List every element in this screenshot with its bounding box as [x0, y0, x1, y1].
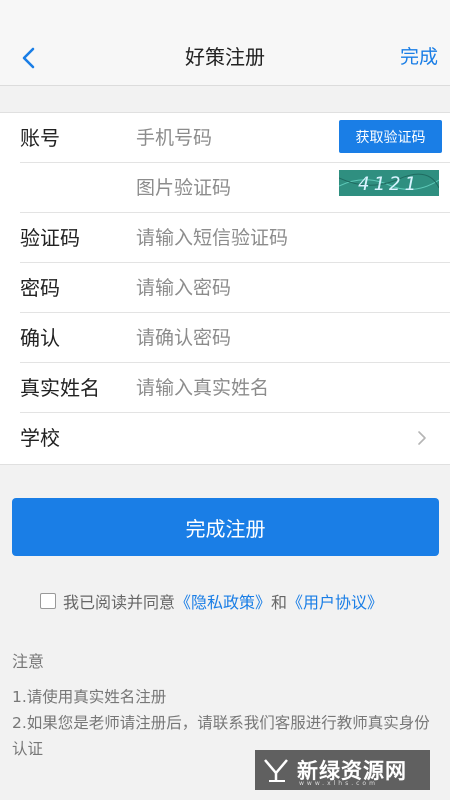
password-input[interactable] — [136, 271, 426, 305]
phone-input[interactable] — [136, 121, 326, 155]
navigation-bar: 好策注册 完成 — [0, 0, 450, 86]
complete-registration-button[interactable]: 完成注册 — [12, 498, 439, 556]
captcha-image[interactable]: 4121 — [339, 170, 439, 196]
chevron-right-icon — [418, 431, 426, 445]
notice-line-1: 1.请使用真实姓名注册 — [12, 688, 167, 706]
privacy-policy-link[interactable]: 《隐私政策》 — [175, 589, 271, 613]
confirm-row: 确认 — [0, 313, 450, 363]
captcha-text: 4121 — [358, 173, 420, 195]
registration-form: 账号 获取验证码 4121 验证码 密码 确认 真实姓名 学校 — [0, 112, 450, 465]
confirm-label: 确认 — [20, 326, 60, 350]
image-code-input[interactable] — [136, 171, 326, 205]
image-code-row: 4121 — [0, 163, 450, 213]
school-label: 学校 — [20, 426, 60, 450]
agreement-line: 我已阅读并同意 《隐私政策》 和 《用户协议》 — [40, 588, 383, 614]
account-row: 账号 获取验证码 — [0, 113, 450, 163]
user-agreement-link[interactable]: 《用户协议》 — [287, 589, 383, 613]
school-row[interactable]: 学校 — [0, 413, 450, 463]
password-label: 密码 — [20, 276, 60, 300]
sms-code-input[interactable] — [136, 221, 426, 255]
password-row: 密码 — [0, 263, 450, 313]
get-code-button[interactable]: 获取验证码 — [339, 120, 442, 153]
agreement-and: 和 — [271, 593, 288, 612]
account-label: 账号 — [20, 126, 60, 150]
agree-checkbox[interactable] — [40, 593, 56, 609]
watermark: 新绿资源网 www.xlhs.com — [255, 750, 430, 790]
page-title: 好策注册 — [185, 45, 265, 69]
real-name-row: 真实姓名 — [0, 363, 450, 413]
confirm-password-input[interactable] — [136, 321, 426, 355]
notice-title: 注意 — [12, 652, 45, 671]
done-button[interactable]: 完成 — [400, 40, 438, 74]
real-name-input[interactable] — [136, 371, 426, 405]
agreement-prefix: 我已阅读并同意 — [63, 593, 176, 612]
watermark-subtext: www.xlhs.com — [299, 780, 378, 787]
real-name-label: 真实姓名 — [20, 376, 100, 400]
sms-code-row: 验证码 — [0, 213, 450, 263]
watermark-logo-icon — [264, 759, 288, 782]
sms-code-label: 验证码 — [20, 226, 80, 250]
